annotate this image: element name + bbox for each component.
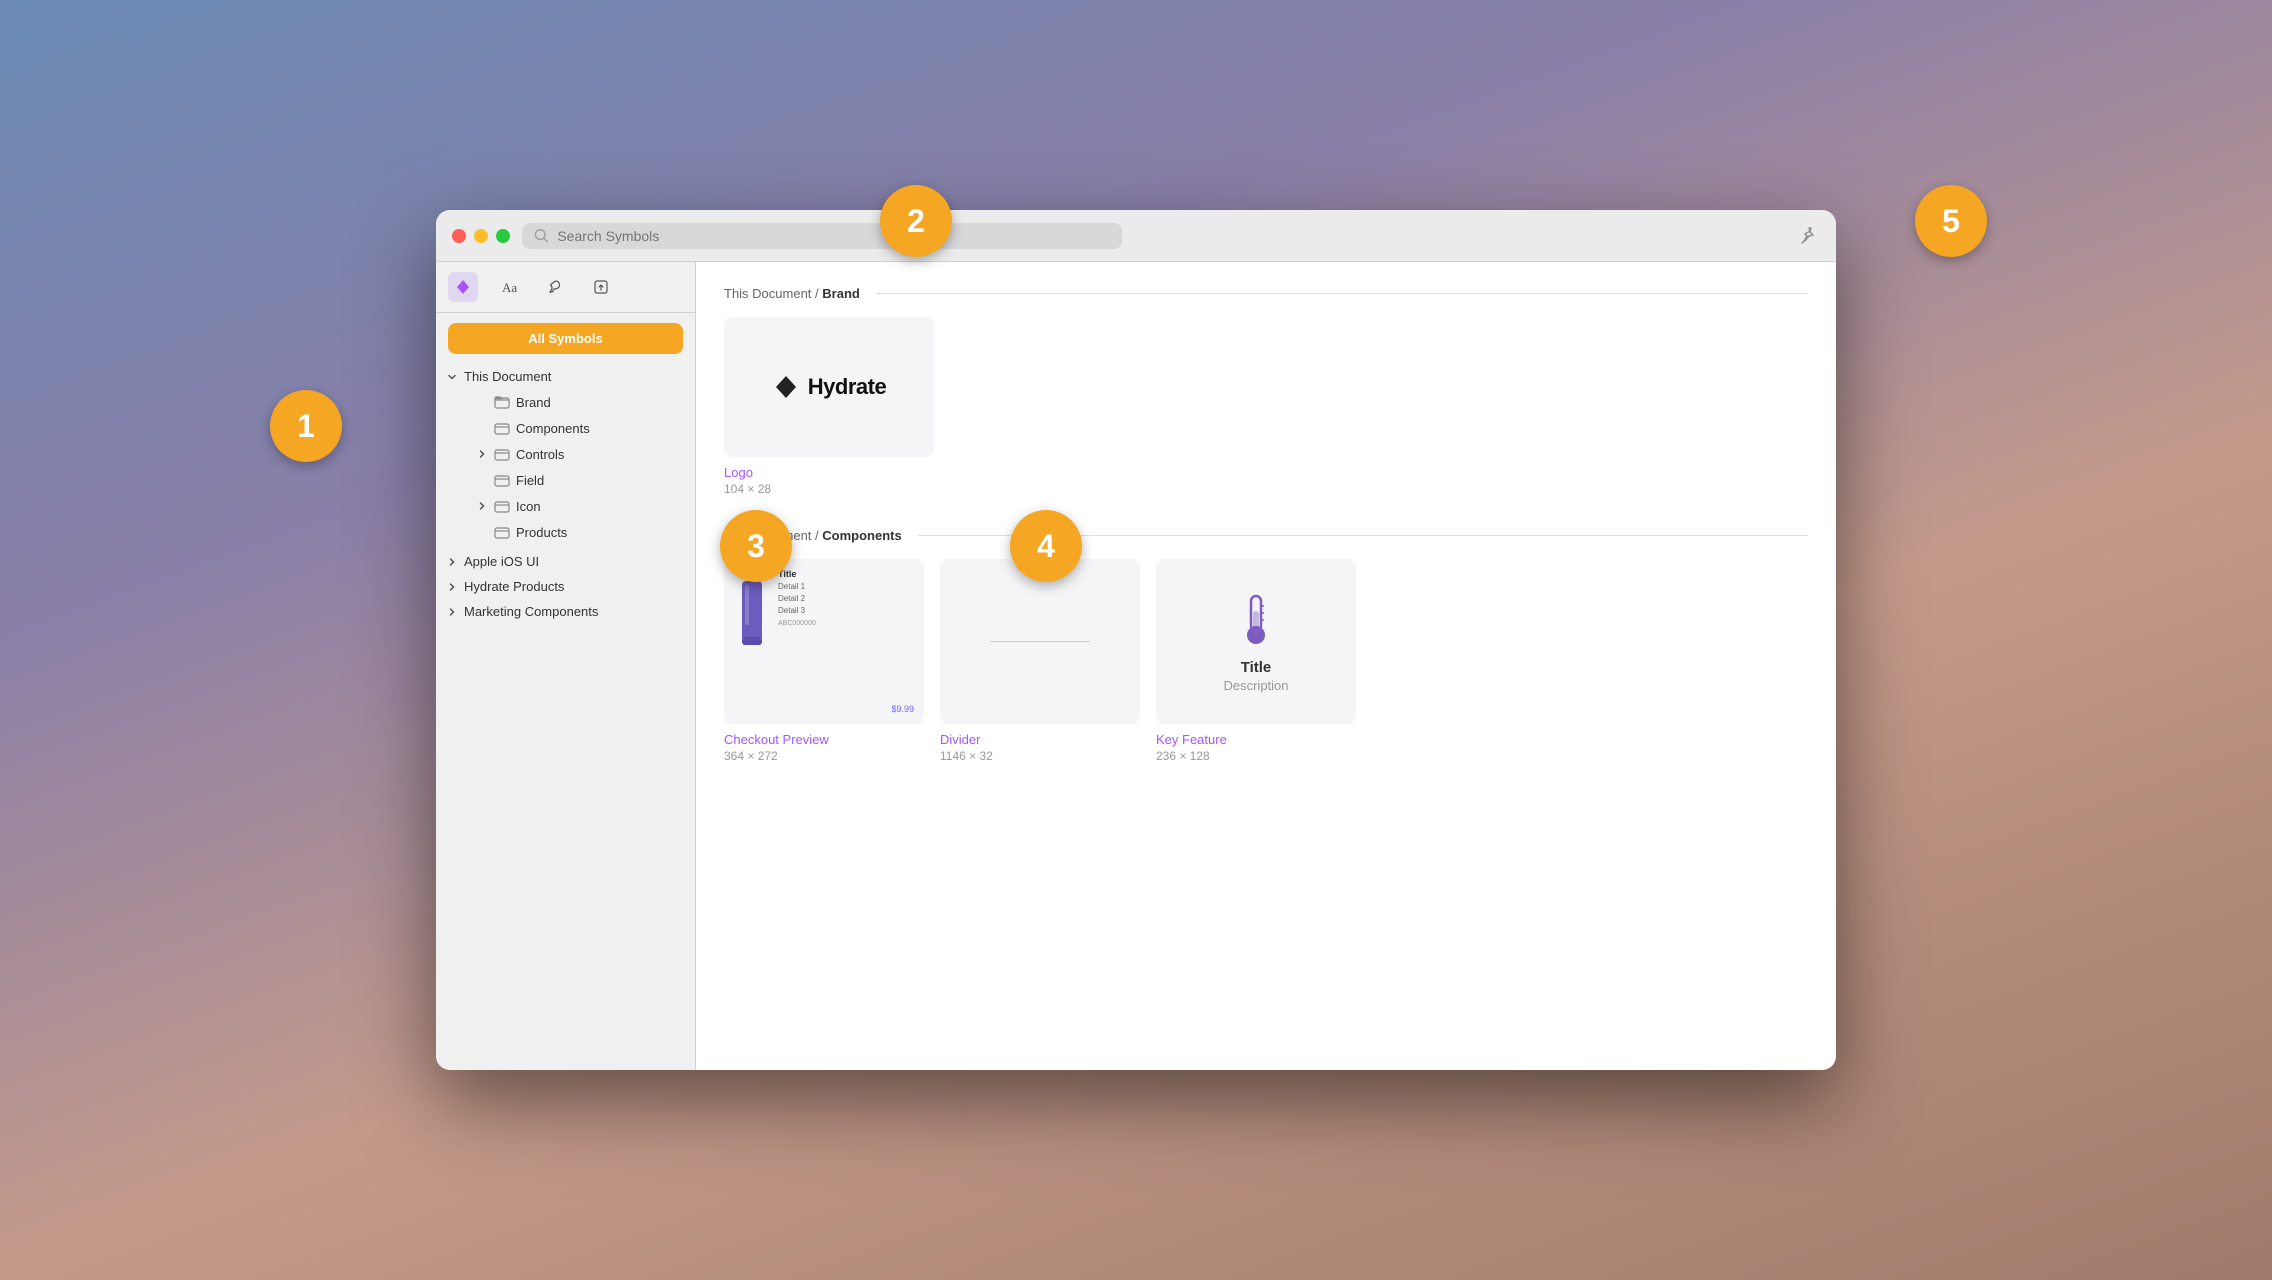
sidebar-item-components[interactable]: Components <box>436 415 695 441</box>
chevron-right-icon-icon <box>476 500 488 512</box>
checkout-size: 364 × 272 <box>724 749 924 763</box>
key-feature-symbol-card[interactable]: Title Description Key Feature 236 × 128 <box>1156 559 1356 763</box>
checkout-preview-preview: Title Detail 1 Detail 2 Detail 3 ABC0000… <box>724 559 924 724</box>
badge-4: 4 <box>1010 510 1082 582</box>
all-symbols-button[interactable]: All Symbols <box>448 323 683 354</box>
key-feature-name: Key Feature <box>1156 732 1356 747</box>
export-icon <box>592 278 610 296</box>
sidebar-toolbar: Aa <box>436 262 695 313</box>
brand-breadcrumb-prefix: This Document / Brand <box>724 286 860 301</box>
chevron-right-icon-marketing <box>446 606 458 618</box>
divider-symbol-card[interactable]: Divider 1146 × 32 <box>940 559 1140 763</box>
svg-text:Aa: Aa <box>502 280 517 295</box>
minimize-button[interactable] <box>474 229 488 243</box>
brand-section-divider <box>876 293 1808 294</box>
hydrate-logo-diamond <box>772 373 800 401</box>
brand-section-header: This Document / Brand <box>724 286 1808 301</box>
sidebar-item-brand[interactable]: Brand <box>436 389 695 415</box>
folder-icon-components <box>494 420 510 436</box>
sidebar-item-marketing-components[interactable]: Marketing Components <box>436 599 695 624</box>
tree-section-this-document: This Document Brand <box>436 360 695 549</box>
checkout-preview-card[interactable]: Title Detail 1 Detail 2 Detail 3 ABC0000… <box>724 559 924 763</box>
chevron-right-icon-hydrate <box>446 581 458 593</box>
main-panel: This Document / Brand Hydrate <box>696 262 1836 1070</box>
badge-3: 3 <box>720 510 792 582</box>
divider-size: 1146 × 32 <box>940 749 1140 763</box>
sidebar-item-field[interactable]: Field <box>436 467 695 493</box>
text-icon: Aa <box>500 278 518 296</box>
key-feature-title-text: Title <box>1241 659 1272 676</box>
spacer2 <box>476 422 488 434</box>
badge-1: 1 <box>270 390 342 462</box>
symbols-tool-button[interactable] <box>448 272 478 302</box>
icon-label: Icon <box>516 499 683 514</box>
badge-2: 2 <box>880 185 952 257</box>
logo-name: Logo <box>724 465 934 480</box>
hydrate-logo-text: Hydrate <box>808 374 886 400</box>
components-label: Components <box>516 421 683 436</box>
sidebar-item-controls[interactable]: Controls <box>436 441 695 467</box>
divider-preview <box>940 559 1140 724</box>
brand-symbol-grid: Hydrate Logo 104 × 28 <box>724 317 1808 496</box>
key-feature-preview: Title Description <box>1156 559 1356 724</box>
spacer4 <box>476 526 488 538</box>
bottle-svg <box>734 569 770 657</box>
sidebar: Aa All Symbols <box>436 262 696 1070</box>
paint-icon <box>546 278 564 296</box>
sidebar-item-apple-ios-ui[interactable]: Apple iOS UI <box>436 549 695 574</box>
checkout-details: Title Detail 1 Detail 2 Detail 3 ABC0000… <box>778 569 914 714</box>
folder-icon-products <box>494 524 510 540</box>
this-document-item[interactable]: This Document <box>436 364 695 389</box>
logo-content: Hydrate <box>772 373 886 401</box>
paint-tool-button[interactable] <box>540 272 570 302</box>
search-icon <box>534 228 549 244</box>
folder-icon-controls <box>494 446 510 462</box>
diamond-icon <box>454 278 472 296</box>
products-label: Products <box>516 525 683 540</box>
sidebar-item-icon[interactable]: Icon <box>436 493 695 519</box>
badge-5: 5 <box>1915 185 1987 257</box>
this-document-label: This Document <box>464 369 551 384</box>
spacer3 <box>476 474 488 486</box>
export-tool-button[interactable] <box>586 272 616 302</box>
sidebar-item-products[interactable]: Products <box>436 519 695 545</box>
marketing-components-label: Marketing Components <box>464 604 598 619</box>
traffic-lights <box>452 229 510 243</box>
divider-name: Divider <box>940 732 1140 747</box>
search-bar <box>522 223 1122 249</box>
components-symbol-grid: Title Detail 1 Detail 2 Detail 3 ABC0000… <box>724 559 1808 763</box>
checkout-bottle-area <box>734 569 770 714</box>
controls-label: Controls <box>516 447 683 462</box>
main-window: Aa All Symbols <box>436 210 1836 1070</box>
logo-symbol-card[interactable]: Hydrate Logo 104 × 28 <box>724 317 934 496</box>
key-feature-size: 236 × 128 <box>1156 749 1356 763</box>
chevron-right-icon-apple <box>446 556 458 568</box>
text-tool-button[interactable]: Aa <box>494 272 524 302</box>
divider-line <box>990 641 1090 642</box>
brand-label: Brand <box>516 395 683 410</box>
hydrate-products-label: Hydrate Products <box>464 579 564 594</box>
thermometer-icon <box>1231 591 1281 651</box>
checkout-name: Checkout Preview <box>724 732 924 747</box>
folder-icon-field <box>494 472 510 488</box>
search-input[interactable] <box>557 228 1110 244</box>
key-feature-desc-text: Description <box>1223 678 1288 693</box>
maximize-button[interactable] <box>496 229 510 243</box>
close-button[interactable] <box>452 229 466 243</box>
apple-ios-label: Apple iOS UI <box>464 554 539 569</box>
titlebar <box>436 210 1836 262</box>
folder-icon <box>494 394 510 410</box>
spacer <box>476 396 488 408</box>
checkout-inner: Title Detail 1 Detail 2 Detail 3 ABC0000… <box>734 569 914 714</box>
folder-icon-icon <box>494 498 510 514</box>
content-area: Aa All Symbols <box>436 262 1836 1070</box>
components-section-header: This Document / Components <box>724 528 1808 543</box>
logo-size: 104 × 28 <box>724 482 934 496</box>
pin-icon[interactable] <box>1798 225 1820 247</box>
field-label: Field <box>516 473 683 488</box>
sidebar-item-hydrate-products[interactable]: Hydrate Products <box>436 574 695 599</box>
logo-preview: Hydrate <box>724 317 934 457</box>
chevron-right-icon-controls <box>476 448 488 460</box>
chevron-down-icon <box>446 371 458 383</box>
